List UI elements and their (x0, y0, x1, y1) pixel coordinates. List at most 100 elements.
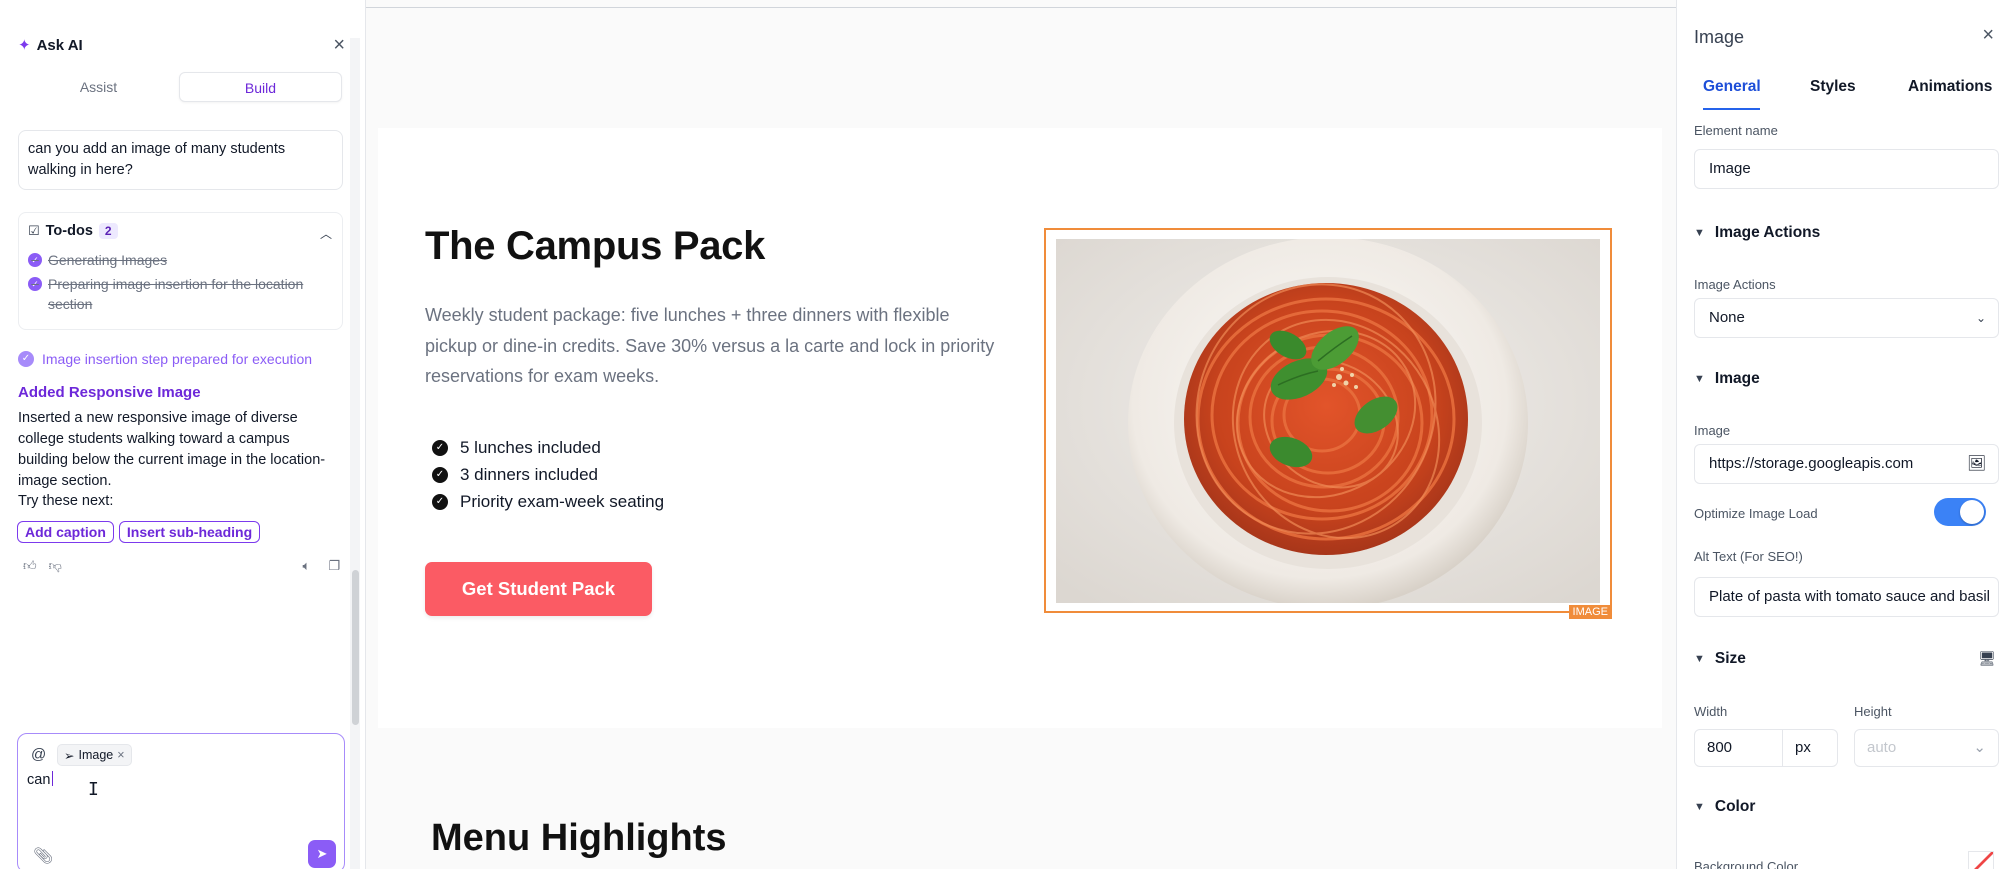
thumbs-up-icon[interactable]: 👍︎ (23, 558, 37, 574)
ai-panel-title: Ask AI (36, 36, 83, 54)
alt-text-input[interactable]: Plate of pasta with tomato sauce and bas… (1694, 577, 1999, 617)
mention-icon[interactable]: @ (31, 746, 46, 763)
width-unit-select[interactable]: px (1783, 729, 1838, 767)
check-circle-icon: ✓ (28, 253, 42, 267)
color-section-header[interactable]: ▼ Color (1694, 798, 1755, 816)
text-caret (52, 771, 54, 786)
page-canvas: The Campus Pack Weekly student package: … (378, 38, 1662, 869)
response-body: Inserted a new responsive image of diver… (18, 410, 326, 489)
suggestion-chips: Add caption Insert sub-heading (17, 521, 261, 543)
get-student-pack-button[interactable]: Get Student Pack (425, 562, 652, 616)
message-actions: 🔈︎ ❐ (303, 558, 340, 574)
prompt-text-value: can (27, 772, 51, 788)
feature-label: Priority exam-week seating (460, 491, 665, 511)
height-value: auto (1867, 739, 1897, 756)
copy-icon[interactable]: ❐ (328, 558, 340, 574)
image-section-header[interactable]: ▼ Image (1694, 370, 1760, 388)
image-actions-section-header[interactable]: ▼ Image Actions (1694, 224, 1820, 242)
feature-label: 3 dinners included (460, 464, 598, 484)
suggestion-add-caption[interactable]: Add caption (17, 521, 114, 543)
todo-item: ✓ Generating Images (28, 250, 318, 270)
toggle-knob (1960, 500, 1984, 524)
active-tab-indicator (1703, 108, 1760, 110)
tab-general[interactable]: General (1703, 78, 1761, 96)
todo-item-label: Preparing image insertion for the locati… (48, 276, 304, 312)
status-line: ✓ Image insertion step prepared for exec… (18, 351, 312, 367)
inspector-panel: Image × General Styles Animations Elemen… (1676, 0, 2000, 869)
desktop-icon[interactable]: 🖥︎ (1978, 650, 1996, 667)
close-icon[interactable]: × (1982, 24, 1994, 47)
chevron-down-icon: ▼ (1694, 373, 1705, 385)
check-circle-icon: ✓ (18, 351, 34, 367)
color-section-title: Color (1714, 798, 1756, 815)
speaker-icon[interactable]: 🔈︎ (303, 558, 311, 574)
status-text: Image insertion step prepared for execut… (42, 351, 313, 367)
size-section-header[interactable]: ▼ Size (1694, 650, 1746, 668)
tab-styles[interactable]: Styles (1810, 78, 1856, 96)
ai-mode-tabs: Assist Build (18, 72, 342, 102)
check-circle-icon: ✓ (432, 439, 448, 456)
chevron-down-icon: ▼ (1694, 227, 1705, 239)
background-color-swatch[interactable] (1968, 851, 1994, 869)
width-label: Width (1694, 704, 1728, 719)
width-input[interactable]: 800 (1694, 729, 1783, 767)
image-url-value: https://storage.googleapis.com (1709, 455, 1914, 472)
feedback-buttons: 👍︎ 👎︎ (23, 558, 62, 574)
context-chip[interactable]: ➢ Image × (57, 744, 132, 766)
suggestion-insert-subheading[interactable]: Insert sub-heading (118, 521, 261, 543)
image-actions-select-value: None (1709, 309, 1745, 326)
sparkle-icon: ✦ (18, 37, 31, 54)
prompt-text[interactable]: can (27, 771, 54, 788)
try-next-label: Try these next: (18, 493, 114, 509)
hero-title[interactable]: The Campus Pack (425, 224, 765, 269)
size-section-title: Size (1714, 650, 1746, 667)
pasta-illustration (1056, 239, 1600, 603)
pasta-image[interactable] (1056, 239, 1600, 603)
chevron-down-icon: ⌄ (1973, 739, 1986, 756)
list-item: ✓ 3 dinners included (432, 461, 664, 488)
image-actions-select[interactable]: None ⌄ (1694, 298, 1999, 338)
optimize-image-label: Optimize Image Load (1694, 506, 1818, 521)
image-actions-label: Image Actions (1694, 277, 1776, 292)
height-input[interactable]: auto ⌄ (1854, 729, 1999, 767)
chevron-down-icon: ▼ (1694, 653, 1705, 665)
checklist-icon: ☑ (28, 223, 40, 238)
send-button[interactable]: ➤ (308, 840, 336, 868)
response-title: Added Responsive Image (18, 384, 201, 401)
remove-chip-icon[interactable]: × (117, 748, 124, 762)
todos-label: To-dos (45, 223, 93, 239)
ibeam-cursor-icon: I (88, 779, 99, 800)
chevron-up-icon[interactable]: ︿ (320, 225, 332, 242)
image-url-input[interactable]: https://storage.googleapis.com 🖼︎ (1694, 444, 1999, 484)
tab-assist[interactable]: Assist (18, 72, 179, 102)
image-picker-icon[interactable]: 🖼︎ (1967, 445, 1986, 483)
check-circle-icon: ✓ (28, 277, 42, 291)
image-url-label: Image (1694, 423, 1731, 438)
context-chip-label: Image (78, 748, 114, 762)
prompt-input[interactable]: @ ➢ Image × can 📎︎ ➤ (17, 733, 345, 869)
list-item: ✓ 5 lunches included (432, 434, 664, 461)
tab-build[interactable]: Build (179, 72, 342, 102)
ai-panel-header: ✦ Ask AI (18, 36, 83, 55)
hero-description[interactable]: Weekly student package: five lunches + t… (425, 300, 1005, 392)
height-label: Height (1854, 704, 1892, 719)
feature-label: 5 lunches included (460, 437, 601, 457)
scrollbar-track[interactable] (350, 38, 360, 869)
menu-highlights-title[interactable]: Menu Highlights (431, 817, 727, 860)
element-name-label: Element name (1694, 123, 1778, 138)
todo-item: ✓ Preparing image insertion for the loca… (28, 274, 318, 314)
todos-header[interactable]: ☑ To-dos 2 (28, 223, 118, 239)
todo-item-label: Generating Images (48, 252, 168, 268)
thumbs-down-icon[interactable]: 👎︎ (49, 558, 62, 574)
selected-image-frame[interactable]: IMAGE (1044, 228, 1612, 619)
paperclip-icon[interactable]: 📎︎ (33, 846, 53, 866)
cursor-pointer-icon: ➢ (64, 748, 75, 763)
inspector-title: Image (1694, 27, 1745, 47)
element-name-input[interactable]: Image (1694, 149, 1999, 189)
user-message: can you add an image of many students wa… (18, 130, 343, 190)
optimize-image-toggle[interactable] (1934, 498, 1986, 526)
tab-animations[interactable]: Animations (1908, 78, 1992, 96)
close-icon[interactable]: × (333, 35, 345, 55)
scrollbar-thumb[interactable] (352, 570, 359, 725)
todos-count-badge: 2 (98, 223, 118, 239)
